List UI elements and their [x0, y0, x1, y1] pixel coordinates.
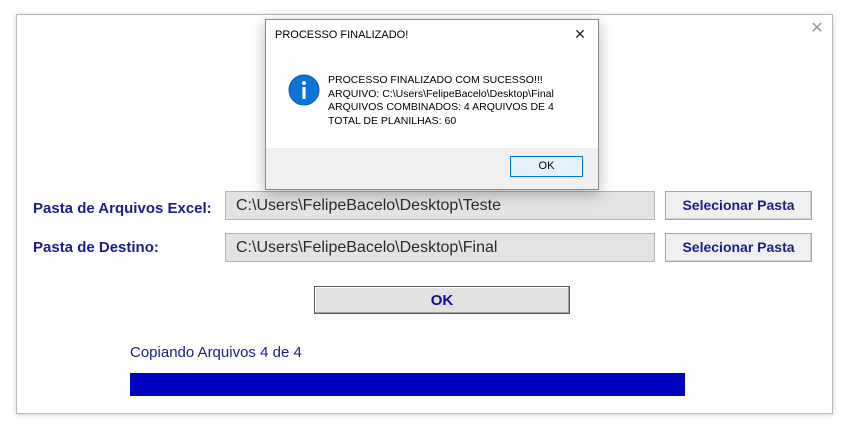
screen: ✕ Pasta de Arquivos Excel: C:\Users\Feli…	[0, 0, 852, 432]
info-icon	[288, 74, 320, 106]
select-destination-folder-button[interactable]: Selecionar Pasta	[665, 233, 812, 262]
source-folder-field[interactable]: C:\Users\FelipeBacelo\Desktop\Teste	[225, 191, 655, 220]
message-line: ARQUIVO: C:\Users\FelipeBacelo\Desktop\F…	[328, 87, 554, 100]
message-line: ARQUIVOS COMBINADOS: 4 ARQUIVOS DE 4	[328, 101, 554, 113]
dialog-message: PROCESSO FINALIZADO COM SUCESSO!!! ARQUI…	[328, 74, 554, 128]
ok-button[interactable]: OK	[314, 286, 570, 314]
source-folder-label: Pasta de Arquivos Excel:	[33, 200, 212, 217]
dialog-titlebar: PROCESSO FINALIZADO! ✕	[266, 20, 598, 50]
status-text: Copiando Arquivos 4 de 4	[130, 344, 302, 361]
dialog-title: PROCESSO FINALIZADO!	[275, 29, 409, 41]
message-line: PROCESSO FINALIZADO COM SUCESSO!!!	[328, 74, 543, 86]
destination-folder-field[interactable]: C:\Users\FelipeBacelo\Desktop\Final	[225, 233, 655, 262]
select-source-folder-button[interactable]: Selecionar Pasta	[665, 191, 812, 220]
progress-fill	[130, 373, 685, 396]
message-line: TOTAL DE PLANILHAS: 60	[328, 114, 457, 127]
close-icon[interactable]: ✕	[808, 19, 826, 37]
dialog-ok-button[interactable]: OK	[510, 156, 583, 177]
progress-bar	[130, 373, 685, 396]
dialog-footer: OK	[266, 148, 598, 189]
message-box: PROCESSO FINALIZADO! ✕ PROCESSO FINALIZA…	[265, 19, 599, 190]
destination-folder-label: Pasta de Destino:	[33, 239, 159, 256]
close-icon[interactable]: ✕	[570, 25, 590, 45]
